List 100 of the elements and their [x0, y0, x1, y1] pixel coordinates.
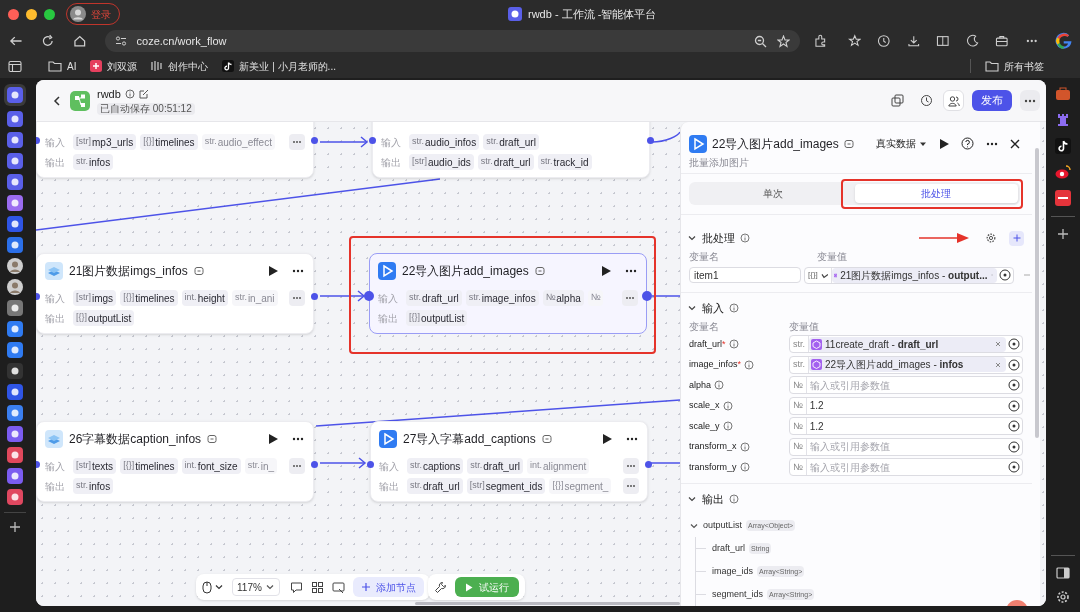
music-note-icon[interactable]	[1055, 138, 1071, 154]
add-node-button[interactable]: 添加节点	[353, 577, 424, 597]
bookmark[interactable]: AI	[48, 58, 77, 74]
reload-icon[interactable]	[41, 34, 56, 48]
bookmark[interactable]: 新美业 | 小月老师的...	[222, 58, 336, 74]
more-button[interactable]	[289, 290, 305, 306]
avatar-icon[interactable]	[7, 279, 23, 295]
more-button[interactable]	[289, 134, 305, 150]
app-icon[interactable]	[7, 174, 23, 190]
target-icon[interactable]	[1008, 399, 1020, 412]
info-icon[interactable]	[729, 494, 739, 505]
info-icon[interactable]	[740, 233, 750, 244]
workflow-node[interactable]: 21图片数据imgs_infos 输入 [str]imgs [{}]timelines int.height str.in_ani 输出 [{}]outputList	[36, 253, 314, 334]
run-icon[interactable]	[267, 433, 279, 445]
target-icon[interactable]	[1008, 358, 1020, 371]
download-icon[interactable]	[906, 34, 921, 48]
briefcase-icon[interactable]	[1055, 86, 1071, 102]
workflow-node[interactable]: 输入 [str]mp3_urls [{}]timelines str.audio_effect 输出 str.infos	[36, 122, 314, 178]
workflow-node[interactable]: 27导入字幕add_captions 输入 str.captions str.draft_url int.alignment 输出 str.draft_url [str]segment_ids [{}]segment_	[370, 421, 648, 502]
workflow-node[interactable]: 26字幕数据caption_infos 输入 [str]texts [{}]timelines int.font_size str.in_ 输出 str.infos	[36, 421, 314, 502]
more-button[interactable]	[289, 458, 305, 474]
app-icon[interactable]	[7, 300, 23, 316]
target-icon[interactable]	[1008, 420, 1020, 433]
info-icon[interactable]	[714, 380, 725, 391]
app-icon[interactable]	[7, 111, 23, 127]
address-bar[interactable]: coze.cn/work_flow	[104, 30, 801, 52]
info-icon[interactable]	[729, 302, 739, 313]
app-icon[interactable]	[7, 447, 23, 463]
parameter-value-field[interactable]: № 1.2	[789, 417, 1023, 436]
add-icon[interactable]	[8, 520, 22, 534]
value-input[interactable]: 输入或引用参数值	[806, 459, 1008, 476]
avatar-icon[interactable]	[7, 258, 23, 274]
publish-button[interactable]: 发布	[972, 90, 1012, 111]
app-icon[interactable]	[7, 321, 23, 337]
parameter-value-field[interactable]: № 输入或引用参数值	[789, 458, 1023, 477]
reader-icon[interactable]	[936, 34, 950, 48]
favorites-icon[interactable]	[847, 34, 862, 48]
briefcase-icon[interactable]	[995, 34, 1009, 48]
type-select[interactable]: [{}]	[805, 267, 832, 283]
horizontal-scrollbar[interactable]	[415, 602, 680, 605]
mode-tab[interactable]: 批处理	[854, 184, 1018, 203]
variable-name-field[interactable]: item1	[689, 267, 801, 284]
app-icon[interactable]	[7, 468, 23, 484]
performance-icon[interactable]	[965, 34, 980, 48]
minimize-button[interactable]	[26, 8, 37, 20]
parameter-value-field[interactable]: № 输入或引用参数值	[789, 437, 1023, 456]
app-icon[interactable]	[7, 489, 23, 505]
zoom-icon[interactable]	[754, 34, 768, 48]
zoom-button[interactable]	[44, 8, 55, 20]
bookmark[interactable]: 刘双源	[90, 58, 138, 74]
parameter-value-field[interactable]: str. 22导入图片add_images - infos	[789, 355, 1023, 374]
app-icon[interactable]	[7, 195, 23, 211]
more-button[interactable]	[623, 458, 639, 474]
extensions-icon[interactable]	[814, 34, 828, 48]
vertical-scrollbar[interactable]	[1035, 148, 1039, 438]
eye-logo-icon[interactable]	[1055, 164, 1071, 180]
interaction-mode-button[interactable]	[202, 580, 224, 594]
value-input[interactable]: 输入或引用参数值	[806, 438, 1008, 455]
target-icon[interactable]	[1008, 440, 1020, 453]
bookmark[interactable]: 创作中心	[151, 58, 209, 74]
target-icon[interactable]	[999, 269, 1011, 282]
minimap-icon[interactable]	[332, 580, 345, 594]
parameter-value-field[interactable]: № 1.2	[789, 396, 1023, 415]
sidebar-toggle-icon[interactable]	[8, 59, 22, 73]
app-icon[interactable]	[1055, 190, 1071, 206]
add-icon[interactable]	[1056, 227, 1070, 241]
workflow-node[interactable]: 输入 str.audio_infos str.draft_url 输出 [str]audio_ids str.draft_url str.track_id	[372, 122, 650, 178]
value-input[interactable]: 输入或引用参数值	[806, 377, 1008, 394]
app-icon[interactable]	[7, 132, 23, 148]
run-icon[interactable]	[600, 265, 612, 277]
run-icon[interactable]	[938, 137, 950, 150]
run-icon[interactable]	[267, 265, 279, 277]
zoom-select[interactable]: 117%	[232, 578, 280, 596]
info-icon[interactable]	[124, 89, 135, 99]
info-icon[interactable]	[722, 400, 733, 411]
grid-icon[interactable]	[311, 580, 324, 594]
more-button[interactable]	[622, 290, 638, 306]
variable-value-field[interactable]: [{}] 21图片数据imgs_infos - output...	[804, 266, 1014, 284]
clear-icon[interactable]	[994, 360, 1002, 369]
clear-icon[interactable]	[994, 340, 1002, 349]
settings-icon[interactable]	[986, 233, 996, 244]
parameter-value-field[interactable]: str. 11create_draft - draft_url	[789, 335, 1023, 354]
more-button[interactable]	[1020, 90, 1040, 111]
info-icon[interactable]	[728, 339, 739, 350]
back-icon[interactable]	[8, 34, 24, 48]
copy-icon[interactable]	[891, 94, 904, 107]
wrench-icon[interactable]	[434, 580, 447, 594]
info-icon[interactable]	[722, 421, 733, 432]
app-icon[interactable]	[7, 216, 23, 232]
mode-tab[interactable]: 单次	[691, 184, 855, 203]
collaborators-button[interactable]	[943, 90, 964, 111]
data-mode-dropdown[interactable]: 真实数据	[876, 136, 927, 152]
app-icon[interactable]	[7, 426, 23, 442]
workflow-node[interactable]: 22导入图片add_images 输入 str.draft_url str.image_infos №alpha № 输出 [{}]outputList	[369, 253, 647, 334]
more-button[interactable]	[623, 478, 639, 494]
chess-rook-icon[interactable]	[1055, 112, 1071, 128]
home-icon[interactable]	[73, 34, 87, 48]
history-icon[interactable]	[920, 94, 933, 107]
value-input[interactable]: 1.2	[806, 418, 1008, 435]
close-button[interactable]	[8, 8, 19, 20]
